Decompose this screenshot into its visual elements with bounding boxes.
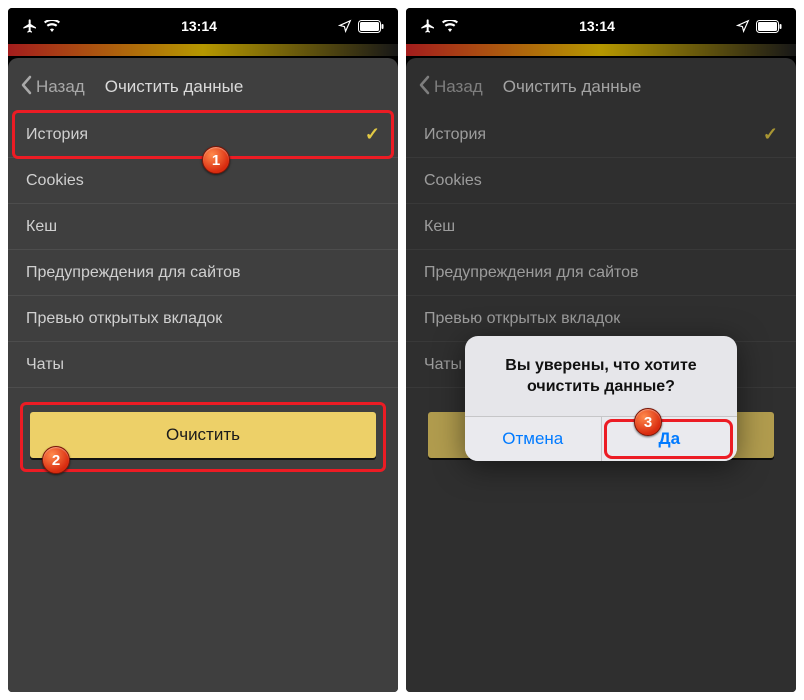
alert-confirm-button[interactable]: Да (601, 417, 738, 461)
row-previews[interactable]: Превью открытых вкладок (8, 296, 398, 342)
alert-cancel-button[interactable]: Отмена (465, 417, 601, 461)
row-history[interactable]: История ✓ (8, 112, 398, 158)
row-label: Превью открытых вкладок (26, 310, 222, 328)
row-label: История (26, 126, 88, 144)
location-icon (338, 19, 352, 33)
wifi-icon (44, 20, 60, 32)
annotation-number-3: 3 (634, 408, 662, 436)
annotation-number-2: 2 (42, 446, 70, 474)
status-bar: 13:14 (406, 8, 796, 44)
status-time: 13:14 (181, 18, 217, 34)
row-cache[interactable]: Кеш (8, 204, 398, 250)
alert-confirm-label: Да (658, 429, 680, 449)
row-label: Кеш (26, 218, 57, 236)
airplane-icon (22, 18, 38, 34)
battery-icon (756, 20, 782, 33)
back-button[interactable]: Назад (20, 75, 85, 100)
row-label: Cookies (26, 172, 84, 190)
phone-left: 13:14 Назад Очистить данные История ✓ (8, 8, 398, 692)
alert-line-2: очистить данные? (527, 378, 675, 395)
status-time: 13:14 (579, 18, 615, 34)
row-label: Чаты (26, 356, 64, 374)
chevron-left-icon (20, 75, 32, 100)
confirm-alert: Вы уверены, что хотите очистить данные? … (465, 336, 737, 461)
phone-right: 13:14 Назад Очистить данные История ✓ (406, 8, 796, 692)
annotation-number-1: 1 (202, 146, 230, 174)
location-icon (736, 19, 750, 33)
settings-sheet: Назад Очистить данные История ✓ Cookies … (406, 58, 796, 692)
wifi-icon (442, 20, 458, 32)
clear-button[interactable]: Очистить (30, 412, 376, 458)
row-warnings[interactable]: Предупреждения для сайтов (8, 250, 398, 296)
header-strip (406, 44, 796, 56)
settings-sheet: Назад Очистить данные История ✓ Cookies … (8, 58, 398, 692)
back-label: Назад (36, 77, 85, 97)
alert-message: Вы уверены, что хотите очистить данные? (465, 336, 737, 416)
row-label: Предупреждения для сайтов (26, 264, 241, 282)
check-icon: ✓ (365, 124, 380, 145)
airplane-icon (420, 18, 436, 34)
battery-icon (358, 20, 384, 33)
page-title: Очистить данные (105, 77, 386, 97)
status-bar: 13:14 (8, 8, 398, 44)
row-chats[interactable]: Чаты (8, 342, 398, 388)
header-strip (8, 44, 398, 56)
alert-line-1: Вы уверены, что хотите (505, 357, 696, 374)
